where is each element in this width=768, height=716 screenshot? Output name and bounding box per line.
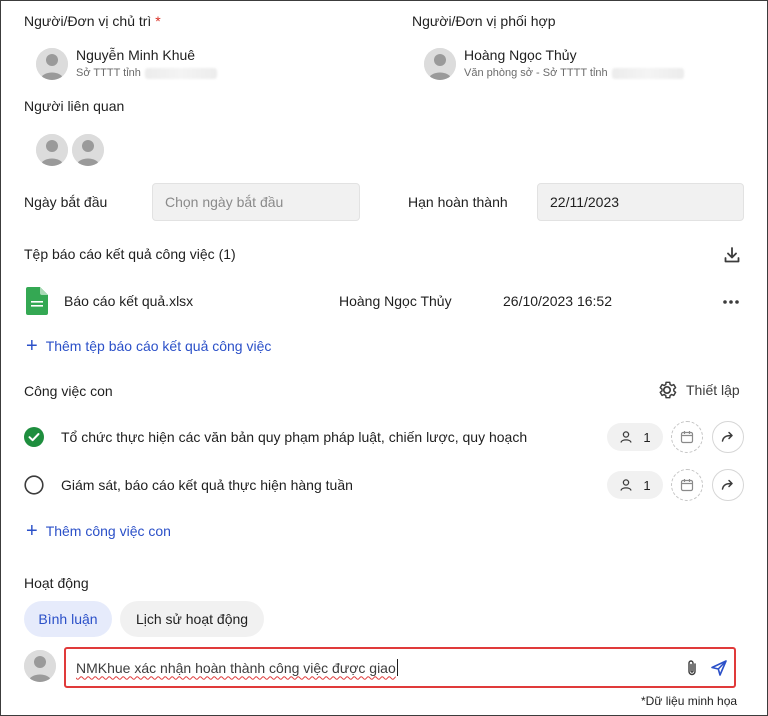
assignee-name: Nguyễn Minh Khuê [76,47,196,63]
subtask-forward-button[interactable] [712,469,744,501]
spreadsheet-file-icon [26,287,48,320]
reports-title: Tệp báo cáo kết quả công việc (1) [24,246,236,262]
tab-comments[interactable]: Bình luận [24,601,112,637]
download-icon[interactable] [722,245,742,270]
subtask-assignee-count[interactable]: 1 [607,471,663,499]
start-date-input[interactable]: Chọn ngày bắt đầu [152,183,360,221]
calendar-icon [680,431,694,444]
subtask-title[interactable]: Giám sát, báo cáo kết quả thực hiện hàng… [61,477,353,493]
forward-arrow-icon [721,479,733,490]
send-icon[interactable] [710,659,728,680]
user-icon [24,650,56,682]
more-options-icon[interactable] [721,292,741,317]
person-icon [620,431,633,443]
subtasks-title: Công việc con [24,383,113,399]
assignee-org: Sở TTTT tỉnh [76,67,217,79]
related-label: Người liên quan [24,98,125,114]
check-circle-icon [24,427,44,447]
subtask-assignee-count[interactable]: 1 [607,423,663,451]
due-date-label: Hạn hoàn thành [408,194,508,210]
person-icon [620,479,633,491]
empty-circle-icon [24,475,44,495]
report-file-name[interactable]: Báo cáo kết quả.xlsx [64,293,193,309]
current-user-avatar [24,650,56,682]
collaborator-org: Văn phòng sở - Sở TTTT tỉnh [464,67,684,79]
collaborator-label: Người/Đơn vị phối hợp [412,13,556,29]
related-avatar-2[interactable] [72,134,104,166]
subtask-forward-button[interactable] [712,421,744,453]
comment-text: NMKhue xác nhận hoàn thành công việc đượ… [76,659,396,676]
plus-icon: + [26,335,38,357]
subtask-due-date-button[interactable] [671,421,703,453]
subtask-pending-checkbox[interactable] [24,475,44,500]
report-file-uploader: Hoàng Ngọc Thủy [339,293,452,309]
add-report-file-label: Thêm tệp báo cáo kết quả công việc [45,338,272,354]
assignee-label: Người/Đơn vị chủ trì * [24,13,161,29]
add-report-file-link[interactable]: + Thêm tệp báo cáo kết quả công việc [26,336,271,356]
user-icon [72,134,104,166]
settings-label: Thiết lập [686,382,740,398]
report-file-time: 26/10/2023 16:52 [503,293,612,309]
user-icon [36,134,68,166]
sample-data-footnote: *Dữ liệu minh họa [641,694,738,708]
tab-activity-history[interactable]: Lịch sử hoạt động [120,601,264,637]
start-date-label: Ngày bắt đầu [24,194,108,210]
assignee-count: 1 [643,429,651,445]
due-date-input[interactable]: 22/11/2023 [537,183,744,221]
assignee-avatar[interactable] [36,48,68,80]
forward-arrow-icon [721,431,733,442]
user-icon [36,48,68,80]
gear-icon [659,381,677,399]
assignee-count: 1 [643,477,651,493]
collaborator-avatar[interactable] [424,48,456,80]
add-subtask-label: Thêm công việc con [45,523,171,539]
subtask-title[interactable]: Tổ chức thực hiện các văn bản quy phạm p… [61,429,527,445]
calendar-icon [680,479,694,492]
comment-input[interactable]: NMKhue xác nhận hoàn thành công việc đượ… [64,647,736,688]
activity-title: Hoạt động [24,575,89,591]
attach-icon[interactable] [684,659,700,680]
subtask-done-checkbox[interactable] [24,427,44,452]
subtask-due-date-button[interactable] [671,469,703,501]
plus-icon: + [26,520,38,542]
collaborator-name: Hoàng Ngọc Thủy [464,47,577,63]
add-subtask-link[interactable]: + Thêm công việc con [26,521,171,541]
related-avatar-1[interactable] [36,134,68,166]
user-icon [424,48,456,80]
subtasks-settings-button[interactable]: Thiết lập [656,379,740,401]
